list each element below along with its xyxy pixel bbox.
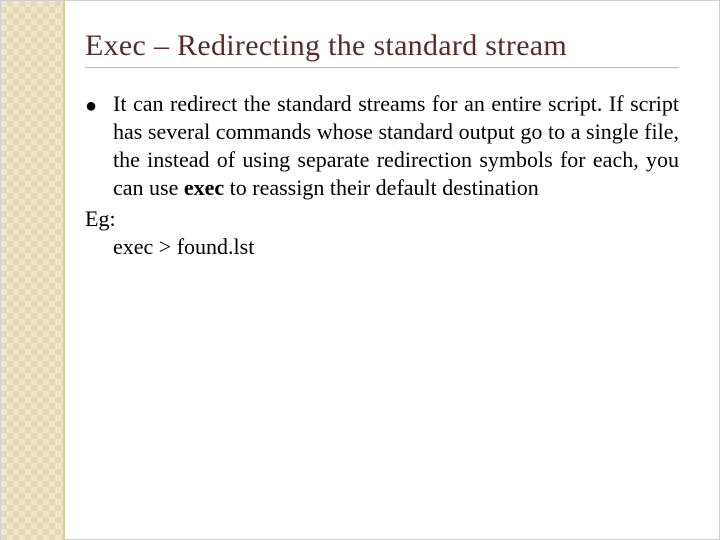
example-command: exec > found.lst bbox=[85, 233, 679, 261]
bullet-item: ● It can redirect the standard streams f… bbox=[85, 90, 679, 203]
slide: Exec – Redirecting the standard stream ●… bbox=[0, 0, 720, 540]
title-divider bbox=[85, 67, 679, 68]
body-text-bold: exec bbox=[184, 175, 224, 200]
bullet-marker: ● bbox=[85, 90, 113, 203]
bullet-text: It can redirect the standard streams for… bbox=[113, 90, 679, 203]
slide-title: Exec – Redirecting the standard stream bbox=[85, 29, 679, 63]
slide-content: Exec – Redirecting the standard stream ●… bbox=[65, 1, 719, 261]
body-text-post: to reassign their default destination bbox=[224, 175, 539, 200]
slide-body: ● It can redirect the standard streams f… bbox=[85, 90, 679, 261]
decorative-sidebar bbox=[1, 1, 65, 540]
example-label: Eg: bbox=[85, 205, 679, 233]
